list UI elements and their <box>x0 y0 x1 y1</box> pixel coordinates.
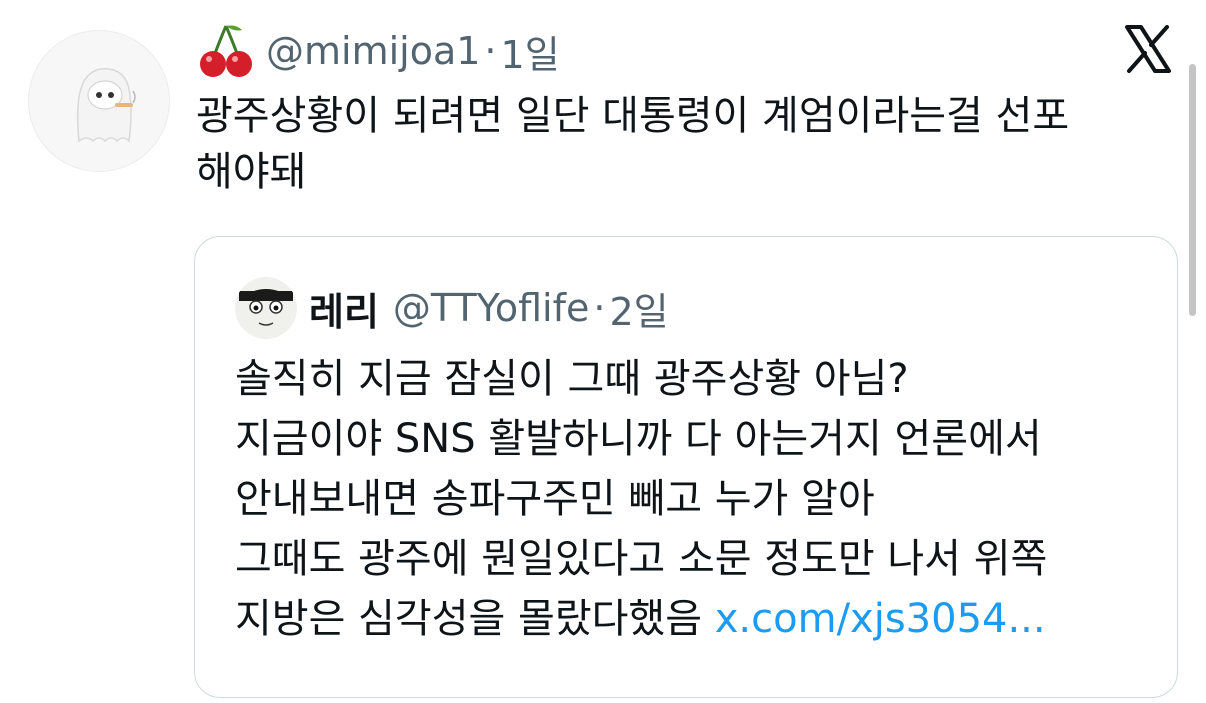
quoted-text-line-last: 지방은 심각성을 몰랐다했음 x.com/xjs3054... <box>235 589 1165 649</box>
header-separator: · <box>484 29 497 73</box>
quoted-author-avatar[interactable] <box>235 277 297 339</box>
quoted-tweet-timestamp[interactable]: 2일 <box>609 281 668 336</box>
tweet-header: @mimijoa1 · 1일 <box>196 22 560 80</box>
quoted-tweet-text: 솔직히 지금 잠실이 그때 광주상황 아님? 지금이야 SNS 활발하니까 다 … <box>235 349 1165 649</box>
x-logo-icon[interactable] <box>1124 24 1172 74</box>
quoted-tweet-header: 레리 @TTYoflife · 2일 <box>309 277 669 339</box>
author-handle[interactable]: @mimijoa1 <box>266 29 480 73</box>
author-avatar[interactable] <box>28 30 170 172</box>
cherry-icon <box>200 25 252 77</box>
quoted-text-last-segment: 지방은 심각성을 몰랐다했음 <box>235 596 715 642</box>
quoted-tweet-link[interactable]: x.com/xjs3054... <box>715 596 1046 642</box>
tweet-text-line: 해야돼 <box>196 149 307 195</box>
tweet-timestamp[interactable]: 1일 <box>501 24 560 79</box>
tweet-text: 광주상황이 되려면 일단 대통령이 계엄이라는걸 선포 해야돼 <box>196 88 1176 200</box>
quoted-author-name[interactable]: 레리 <box>309 281 379 336</box>
cartoon-face-avatar-icon <box>235 277 297 339</box>
tweet-text-line: 광주상황이 되려면 일단 대통령이 계엄이라는걸 선포 <box>196 93 1070 139</box>
ghost-avatar-icon <box>76 68 136 143</box>
scrollbar-thumb[interactable] <box>1189 64 1196 316</box>
quoted-text-line: 안내보내면 송파구주민 빼고 누가 알아 <box>235 476 875 522</box>
quoted-text-line: 지금이야 SNS 활발하니까 다 아는거지 언론에서 <box>235 416 1042 462</box>
quoted-text-line: 솔직히 지금 잠실이 그때 광주상황 아님? <box>235 356 909 402</box>
quoted-tweet-card[interactable]: 레리 @TTYoflife · 2일 솔직히 지금 잠실이 그때 광주상황 아님… <box>194 236 1178 698</box>
quoted-header-separator: · <box>593 286 606 330</box>
quoted-author-handle[interactable]: @TTYoflife <box>393 286 589 330</box>
quoted-text-line: 그때도 광주에 뭔일있다고 소문 정도만 나서 위쪽 <box>235 536 1048 582</box>
